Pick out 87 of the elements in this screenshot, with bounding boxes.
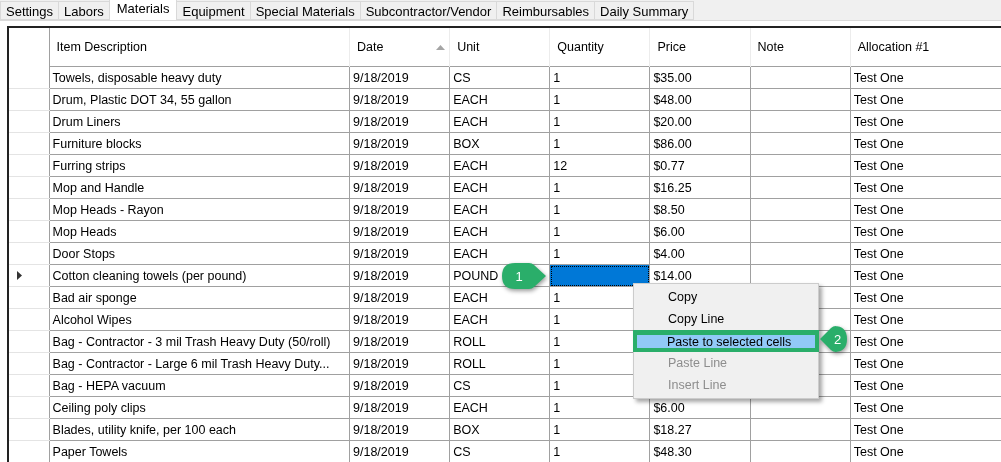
column-header[interactable]: Quantity bbox=[549, 28, 650, 67]
table-cell[interactable]: 1 bbox=[549, 418, 650, 441]
table-cell[interactable]: EACH bbox=[449, 198, 550, 221]
table-cell[interactable]: Furniture blocks bbox=[49, 132, 350, 155]
tab[interactable]: Labors bbox=[58, 1, 110, 20]
table-cell[interactable]: Towels, disposable heavy duty bbox=[49, 66, 350, 89]
table-cell[interactable]: 9/18/2019 bbox=[349, 220, 450, 243]
table-cell[interactable]: Furring strips bbox=[49, 154, 350, 177]
table-cell[interactable]: 9/18/2019 bbox=[349, 418, 450, 441]
table-cell[interactable]: 9/18/2019 bbox=[349, 88, 450, 111]
table-cell[interactable]: CS bbox=[449, 66, 550, 89]
table-cell[interactable]: 9/18/2019 bbox=[349, 286, 450, 309]
column-header[interactable]: Price bbox=[649, 28, 751, 67]
tab[interactable]: Settings bbox=[0, 1, 59, 20]
table-cell[interactable]: 9/18/2019 bbox=[349, 308, 450, 331]
table-cell[interactable]: 9/18/2019 bbox=[349, 176, 450, 199]
table-cell[interactable]: $6.00 bbox=[649, 220, 751, 243]
table-cell[interactable]: 9/18/2019 bbox=[349, 110, 450, 133]
column-header[interactable]: Date bbox=[349, 28, 450, 67]
table-cell[interactable]: 1 bbox=[549, 198, 650, 221]
tab[interactable]: Materials bbox=[108, 0, 178, 20]
table-cell[interactable]: 9/18/2019 bbox=[349, 66, 450, 89]
table-cell[interactable]: CS bbox=[449, 374, 550, 397]
table-cell[interactable]: $0.77 bbox=[649, 154, 751, 177]
table-cell[interactable]: ROLL bbox=[449, 352, 550, 375]
table-cell[interactable]: EACH bbox=[449, 110, 550, 133]
column-header[interactable]: Unit bbox=[449, 28, 550, 67]
table-cell[interactable]: Cotton cleaning towels (per pound) bbox=[49, 264, 350, 287]
table-cell[interactable]: BOX bbox=[449, 418, 550, 441]
table-cell[interactable]: 1 bbox=[549, 242, 650, 265]
table-cell[interactable]: Mop and Handle bbox=[49, 176, 350, 199]
table-cell[interactable]: 9/18/2019 bbox=[349, 330, 450, 353]
table-cell[interactable]: 9/18/2019 bbox=[349, 264, 450, 287]
table-cell[interactable]: EACH bbox=[449, 176, 550, 199]
table-cell[interactable]: EACH bbox=[449, 242, 550, 265]
table-cell[interactable]: 9/18/2019 bbox=[349, 154, 450, 177]
table-cell[interactable]: Alcohol Wipes bbox=[49, 308, 350, 331]
column-header[interactable]: Item Description bbox=[49, 28, 350, 67]
table-cell[interactable]: Drum Liners bbox=[49, 110, 350, 133]
table-cell[interactable]: Bad air sponge bbox=[49, 286, 350, 309]
table-cell[interactable]: EACH bbox=[449, 308, 550, 331]
tab[interactable]: Reimbursables bbox=[496, 1, 596, 20]
table-cell[interactable]: $35.00 bbox=[649, 66, 751, 89]
table-cell[interactable]: ROLL bbox=[449, 330, 550, 353]
table-cell[interactable]: 9/18/2019 bbox=[349, 132, 450, 155]
table-cell[interactable]: EACH bbox=[449, 286, 550, 309]
column-header[interactable]: Allocation #1 bbox=[850, 28, 1001, 67]
table-cell[interactable]: 12 bbox=[549, 154, 650, 177]
table-cell[interactable]: Mop Heads bbox=[49, 220, 350, 243]
table-cell[interactable]: 9/18/2019 bbox=[349, 396, 450, 419]
table-cell[interactable]: 1 bbox=[549, 110, 650, 133]
table-cell[interactable]: 1 bbox=[549, 176, 650, 199]
tab[interactable]: Equipment bbox=[176, 1, 251, 20]
table-cell[interactable]: Mop Heads - Rayon bbox=[49, 198, 350, 221]
table-cell[interactable]: 1 bbox=[549, 132, 650, 155]
table-cell[interactable]: Drum, Plastic DOT 34, 55 gallon bbox=[49, 88, 350, 111]
table-cell[interactable]: 9/18/2019 bbox=[349, 198, 450, 221]
table-cell[interactable]: Bag - Contractor - Large 6 mil Trash Heavy Duty... bbox=[49, 352, 350, 375]
table-cell[interactable]: Blades, utility knife, per 100 each bbox=[49, 418, 350, 441]
table-cell[interactable]: $48.00 bbox=[649, 88, 751, 111]
table-cell[interactable]: 9/18/2019 bbox=[349, 352, 450, 375]
tab[interactable]: Daily Summary bbox=[594, 1, 695, 20]
table-cell[interactable]: Bag - HEPA vacuum bbox=[49, 374, 350, 397]
table-cell[interactable]: Bag - Contractor - 3 mil Trash Heavy Duty (50/roll) bbox=[49, 330, 350, 353]
table-cell[interactable]: $20.00 bbox=[649, 110, 751, 133]
tab[interactable]: Special Materials bbox=[249, 1, 361, 20]
table-cell[interactable]: 1 bbox=[549, 220, 650, 243]
table-cell[interactable]: EACH bbox=[449, 220, 550, 243]
table-cell[interactable]: $16.25 bbox=[649, 176, 751, 199]
table-cell[interactable]: $18.27 bbox=[649, 418, 751, 441]
table-cell[interactable]: Ceiling poly clips bbox=[49, 396, 350, 419]
tab[interactable]: Subcontractor/Vendor bbox=[359, 1, 498, 20]
table-cell[interactable]: $8.50 bbox=[649, 198, 751, 221]
table-cell[interactable]: BOX bbox=[449, 132, 550, 155]
table-cell[interactable]: 1 bbox=[549, 88, 650, 111]
table-cell[interactable]: EACH bbox=[449, 88, 550, 111]
menu-item[interactable]: Paste to selected cells bbox=[633, 330, 819, 352]
table-cell[interactable]: 1 bbox=[549, 66, 650, 89]
table-cell[interactable]: $86.00 bbox=[649, 132, 751, 155]
table-cell[interactable]: $4.00 bbox=[649, 242, 751, 265]
table-cell[interactable]: EACH bbox=[449, 396, 550, 419]
table-cell[interactable]: EACH bbox=[449, 154, 550, 177]
table-cell[interactable]: Test One bbox=[850, 66, 1001, 89]
table-cell[interactable]: Door Stops bbox=[49, 242, 350, 265]
column-header[interactable]: Note bbox=[750, 28, 851, 67]
table-cell[interactable]: 9/18/2019 bbox=[349, 374, 450, 397]
table-cell[interactable]: 9/18/2019 bbox=[349, 242, 450, 265]
